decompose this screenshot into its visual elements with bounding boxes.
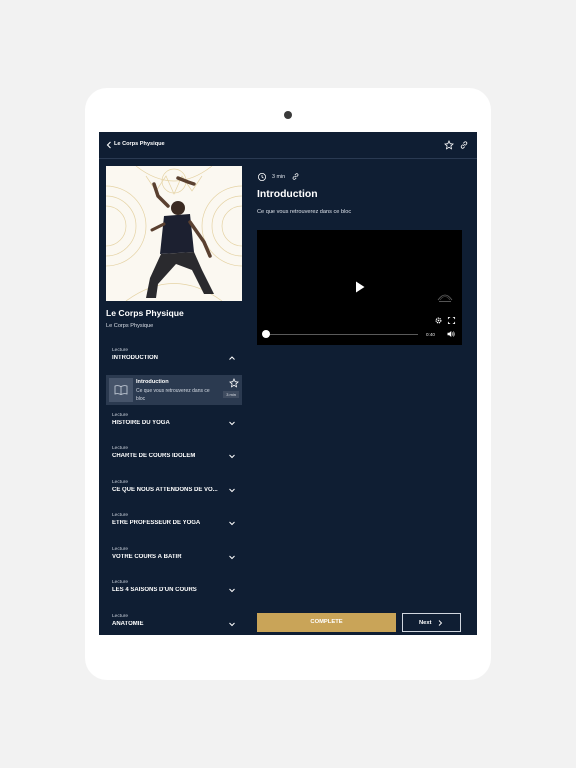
section-charte-de-cours[interactable]: Lecture CHARTE DE COURS IDOLEM xyxy=(106,442,242,472)
section-name: INTRODUCTION xyxy=(112,355,158,361)
camera-dot xyxy=(284,111,292,119)
section-name: LES 4 SAISONS D'UN COURS xyxy=(112,587,197,593)
clock-icon xyxy=(258,173,266,181)
next-button-label: Next xyxy=(419,620,432,626)
lesson-thumbnail xyxy=(109,378,133,402)
chevron-down-icon[interactable] xyxy=(227,485,237,495)
settings-icon[interactable] xyxy=(434,316,443,325)
lesson-duration-badge: 3 min xyxy=(223,391,239,398)
section-type: Lecture xyxy=(112,580,128,585)
complete-button[interactable]: COMPLETE xyxy=(257,613,396,632)
chevron-right-icon xyxy=(438,620,443,626)
section-type: Lecture xyxy=(112,348,128,353)
section-ce-que-nous-attendons[interactable]: Lecture CE QUE NOUS ATTENDONS DE VO... xyxy=(106,476,242,506)
lesson-heading: Introduction xyxy=(257,189,318,200)
section-name: VOTRE COURS À BATIR xyxy=(112,554,182,560)
video-time: 0:40 xyxy=(426,332,435,337)
video-progress-track[interactable] xyxy=(268,334,418,335)
section-histoire-du-yoga[interactable]: Lecture HISTOIRE DU YOGA xyxy=(106,409,242,439)
section-type: Lecture xyxy=(112,480,128,485)
page-title: Le Corps Physique xyxy=(114,141,165,147)
fullscreen-icon[interactable] xyxy=(447,316,456,325)
chevron-down-icon[interactable] xyxy=(227,552,237,562)
lesson-row-introduction[interactable]: Introduction Ce que vous retrouverez dan… xyxy=(106,375,242,405)
lesson-summary: Ce que vous retrouverez dans ce bloc xyxy=(257,209,352,215)
section-introduction[interactable]: Lecture INTRODUCTION xyxy=(106,344,242,374)
video-player[interactable]: 0:40 xyxy=(257,230,462,345)
next-button[interactable]: Next xyxy=(402,613,461,632)
chevron-left-icon[interactable] xyxy=(104,140,114,150)
section-type: Lecture xyxy=(112,413,128,418)
course-cover-image xyxy=(106,166,242,301)
yoga-pose-illustration xyxy=(106,166,242,301)
chevron-down-icon[interactable] xyxy=(227,619,237,629)
section-votre-cours[interactable]: Lecture VOTRE COURS À BATIR xyxy=(106,543,242,573)
chevron-down-icon[interactable] xyxy=(227,518,237,528)
section-name: CHARTE DE COURS IDOLEM xyxy=(112,453,196,459)
link-icon[interactable] xyxy=(291,172,300,181)
section-name: CE QUE NOUS ATTENDONS DE VO... xyxy=(112,487,218,493)
chevron-up-icon[interactable] xyxy=(227,353,237,363)
book-icon xyxy=(114,385,128,395)
section-type: Lecture xyxy=(112,446,128,451)
course-subtitle: Le Corps Physique xyxy=(106,323,154,329)
chevron-down-icon[interactable] xyxy=(227,585,237,595)
star-icon[interactable] xyxy=(444,140,454,150)
top-bar: Le Corps Physique xyxy=(99,132,477,159)
section-type: Lecture xyxy=(112,614,128,619)
section-type: Lecture xyxy=(112,547,128,552)
section-name: HISTOIRE DU YOGA xyxy=(112,420,170,426)
lesson-description: Ce que vous retrouverez dans ce bloc xyxy=(136,388,210,402)
lesson-title: Introduction xyxy=(136,379,169,385)
chevron-down-icon[interactable] xyxy=(227,451,237,461)
watermark-logo xyxy=(437,294,453,302)
volume-icon[interactable] xyxy=(446,329,456,339)
chevron-down-icon[interactable] xyxy=(227,418,237,428)
lesson-duration: 3 min xyxy=(272,174,286,180)
section-etre-professeur[interactable]: Lecture ÊTRE PROFESSEUR DE YOGA xyxy=(106,509,242,539)
app-screen: Le Corps Physique Le Corps Physique Le C… xyxy=(99,132,477,635)
star-icon[interactable] xyxy=(229,378,239,388)
course-title: Le Corps Physique xyxy=(106,308,184,318)
link-icon[interactable] xyxy=(459,140,469,150)
play-icon[interactable] xyxy=(355,281,365,293)
section-4-saisons[interactable]: Lecture LES 4 SAISONS D'UN COURS xyxy=(106,576,242,606)
section-name: ANATOMIE xyxy=(112,621,144,627)
section-type: Lecture xyxy=(112,513,128,518)
section-anatomie[interactable]: Lecture ANATOMIE xyxy=(106,610,242,635)
section-name: ÊTRE PROFESSEUR DE YOGA xyxy=(112,520,201,526)
video-progress-handle[interactable] xyxy=(262,330,270,338)
